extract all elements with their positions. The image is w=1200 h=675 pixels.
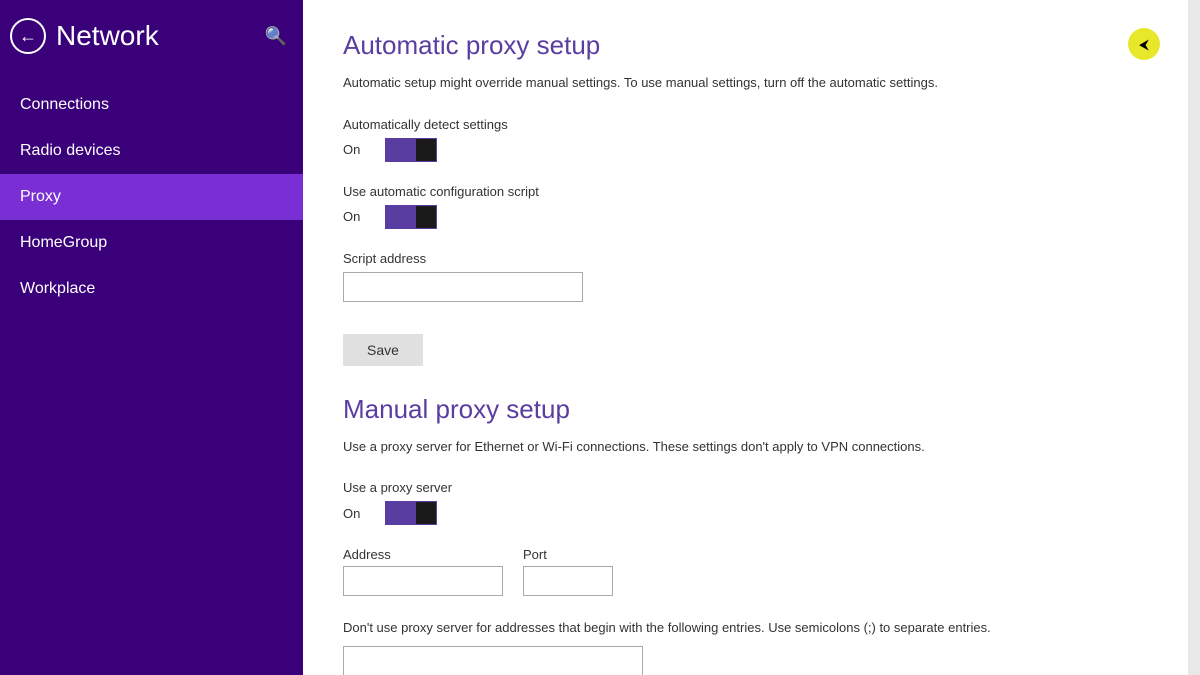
auto-config-toggle[interactable]	[385, 205, 437, 229]
port-field-item: Port	[523, 547, 613, 596]
automatic-proxy-title: Automatic proxy setup	[343, 30, 1148, 61]
auto-config-toggle-row: On	[343, 205, 1148, 229]
search-button[interactable]: 🔍	[265, 26, 287, 47]
use-proxy-setting: Use a proxy server On	[343, 480, 1148, 525]
exceptions-input[interactable]	[343, 646, 643, 675]
script-address-label: Script address	[343, 251, 1148, 266]
use-proxy-state: On	[343, 506, 373, 521]
address-port-setting: Address Port	[343, 547, 1148, 596]
sidebar-item-proxy[interactable]: Proxy	[0, 174, 303, 220]
script-address-setting: Script address	[343, 251, 1148, 302]
address-label: Address	[343, 547, 503, 562]
address-field-item: Address	[343, 547, 503, 596]
automatic-proxy-desc: Automatic setup might override manual se…	[343, 73, 1148, 93]
sidebar-item-workplace[interactable]: Workplace	[0, 266, 303, 312]
auto-detect-state: On	[343, 142, 373, 157]
auto-detect-label: Automatically detect settings	[343, 117, 1148, 132]
auto-detect-setting: Automatically detect settings On	[343, 117, 1148, 162]
back-icon: ←	[19, 26, 37, 47]
use-proxy-label: Use a proxy server	[343, 480, 1148, 495]
main-content: Automatic proxy setup Automatic setup mi…	[303, 0, 1188, 675]
sidebar-item-connections[interactable]: Connections	[0, 82, 303, 128]
port-label: Port	[523, 547, 613, 562]
sidebar-item-radio-devices[interactable]: Radio devices	[0, 128, 303, 174]
toggle-thumb-3	[416, 502, 436, 524]
auto-config-script-setting: Use automatic configuration script On	[343, 184, 1148, 229]
auto-detect-toggle[interactable]	[385, 138, 437, 162]
toggle-thumb	[416, 139, 436, 161]
auto-config-label: Use automatic configuration script	[343, 184, 1148, 199]
auto-detect-toggle-row: On	[343, 138, 1148, 162]
scrollbar[interactable]	[1188, 0, 1200, 675]
auto-config-state: On	[343, 209, 373, 224]
sidebar-title: Network	[56, 20, 159, 52]
address-port-group: Address Port	[343, 547, 1148, 596]
script-address-input[interactable]	[343, 272, 583, 302]
sidebar: ← Network 🔍 Connections Radio devices Pr…	[0, 0, 303, 675]
toggle-thumb-2	[416, 206, 436, 228]
exceptions-note: Don't use proxy server for addresses tha…	[343, 618, 1148, 638]
save-button[interactable]: Save	[343, 334, 423, 366]
address-input[interactable]	[343, 566, 503, 596]
sidebar-item-homegroup[interactable]: HomeGroup	[0, 220, 303, 266]
manual-proxy-title: Manual proxy setup	[343, 394, 1148, 425]
port-input[interactable]	[523, 566, 613, 596]
sidebar-header: ← Network 🔍	[0, 0, 303, 72]
sidebar-nav: Connections Radio devices Proxy HomeGrou…	[0, 82, 303, 312]
search-icon: 🔍	[265, 26, 287, 46]
manual-proxy-desc: Use a proxy server for Ethernet or Wi-Fi…	[343, 437, 1148, 457]
back-button[interactable]: ←	[10, 18, 46, 54]
use-proxy-toggle-row: On	[343, 501, 1148, 525]
use-proxy-toggle[interactable]	[385, 501, 437, 525]
